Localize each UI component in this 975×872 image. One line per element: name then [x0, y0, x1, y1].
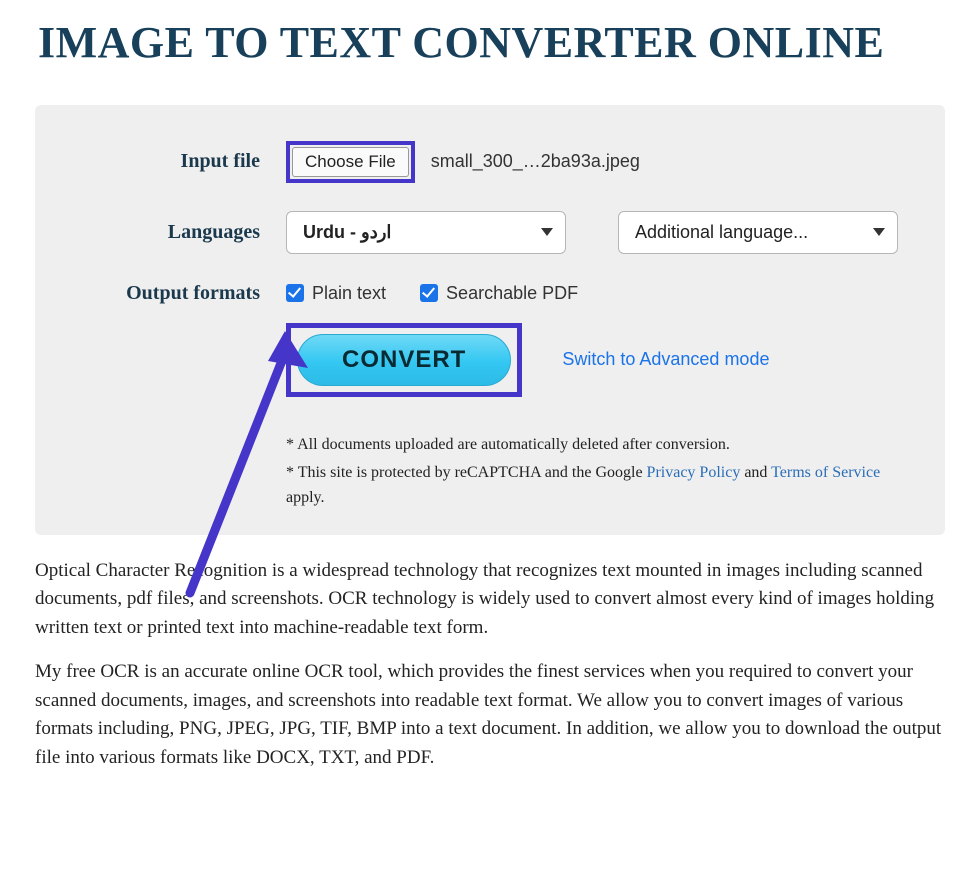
label-output-formats: Output formats	[71, 282, 286, 305]
article-body: Optical Character Recognition is a wides…	[35, 557, 945, 773]
row-notes: * All documents uploaded are automatical…	[71, 433, 909, 515]
note-recaptcha: * This site is protected by reCAPTCHA an…	[286, 461, 909, 511]
row-languages: Languages Urdu - اردو Additional languag…	[71, 211, 909, 254]
primary-language-select[interactable]: Urdu - اردو	[286, 211, 566, 254]
paragraph-2: My free OCR is an accurate online OCR to…	[35, 658, 945, 772]
privacy-policy-link[interactable]: Privacy Policy	[647, 464, 741, 481]
chosen-file-name: small_300_…2ba93a.jpeg	[431, 151, 640, 172]
checkbox-searchable-pdf[interactable]: Searchable PDF	[420, 283, 578, 304]
label-input-file: Input file	[71, 150, 286, 173]
checkbox-searchable-pdf-label: Searchable PDF	[446, 283, 578, 304]
row-input-file: Input file Choose File small_300_…2ba93a…	[71, 141, 909, 183]
checkmark-icon	[420, 284, 438, 302]
row-output-formats: Output formats Plain text Searchable PDF	[71, 282, 909, 305]
checkbox-plain-text-label: Plain text	[312, 283, 386, 304]
additional-language-select[interactable]: Additional language...	[618, 211, 898, 254]
terms-of-service-link[interactable]: Terms of Service	[771, 464, 880, 481]
checkbox-plain-text[interactable]: Plain text	[286, 283, 386, 304]
converter-panel: Input file Choose File small_300_…2ba93a…	[35, 105, 945, 535]
convert-button[interactable]: CONVERT	[297, 334, 511, 386]
paragraph-1: Optical Character Recognition is a wides…	[35, 557, 945, 643]
highlight-convert: CONVERT	[286, 323, 522, 397]
choose-file-button[interactable]: Choose File	[292, 147, 409, 177]
advanced-mode-link[interactable]: Switch to Advanced mode	[562, 349, 769, 370]
row-convert: CONVERT Switch to Advanced mode	[71, 319, 909, 415]
note-delete: * All documents uploaded are automatical…	[286, 433, 909, 458]
highlight-choose-file: Choose File	[286, 141, 415, 183]
label-languages: Languages	[71, 221, 286, 244]
page-title: IMAGE TO TEXT CONVERTER ONLINE	[38, 18, 928, 69]
checkmark-icon	[286, 284, 304, 302]
footer-notes: * All documents uploaded are automatical…	[286, 433, 909, 515]
